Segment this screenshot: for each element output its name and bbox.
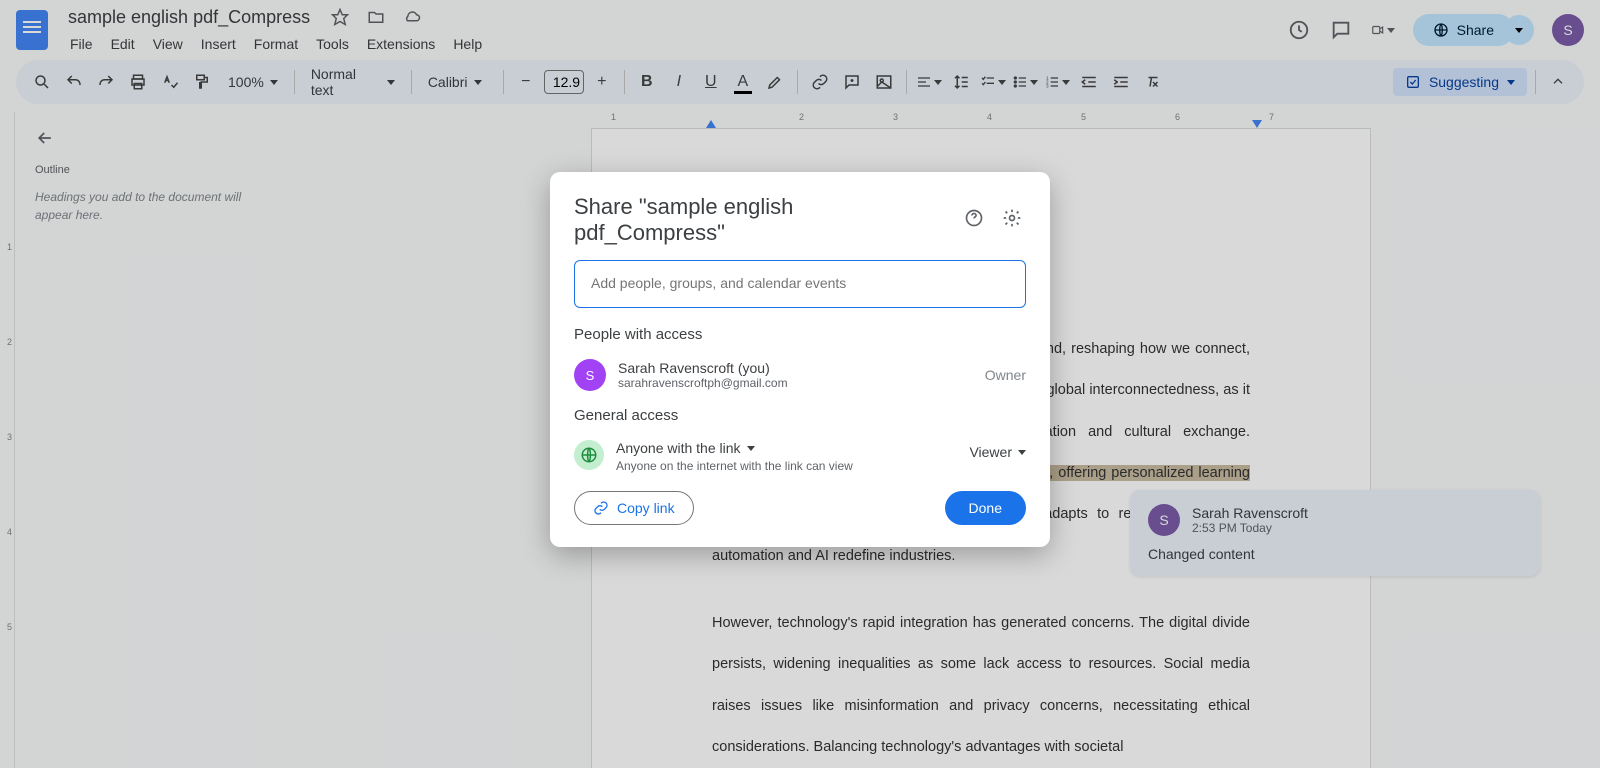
person-row: S Sarah Ravenscroft (you) sarahravenscro…	[550, 353, 1050, 407]
public-icon	[574, 440, 604, 470]
help-icon[interactable]	[964, 208, 988, 232]
owner-avatar: S	[574, 359, 606, 391]
dialog-title: Share "sample english pdf_Compress"	[574, 194, 950, 246]
chevron-down-icon	[747, 446, 755, 451]
owner-email: sarahravenscroftph@gmail.com	[618, 376, 973, 390]
done-button[interactable]: Done	[945, 491, 1026, 525]
owner-role: Owner	[985, 367, 1026, 383]
owner-name: Sarah Ravenscroft (you)	[618, 360, 973, 376]
general-access-label: General access	[550, 407, 1050, 434]
gear-icon[interactable]	[1002, 208, 1026, 232]
access-description: Anyone on the internet with the link can…	[616, 459, 957, 473]
add-people-input[interactable]	[591, 275, 1009, 291]
copy-link-button[interactable]: Copy link	[574, 491, 694, 525]
chevron-down-icon	[1018, 450, 1026, 455]
share-dialog: Share "sample english pdf_Compress" Peop…	[550, 172, 1050, 547]
link-icon	[593, 500, 609, 516]
access-type-select[interactable]: Anyone with the link	[616, 440, 957, 456]
add-people-field[interactable]	[574, 260, 1026, 308]
general-access-row: Anyone with the link Anyone on the inter…	[550, 434, 1050, 491]
people-with-access-label: People with access	[550, 326, 1050, 353]
access-role-select[interactable]: Viewer	[969, 444, 1026, 460]
